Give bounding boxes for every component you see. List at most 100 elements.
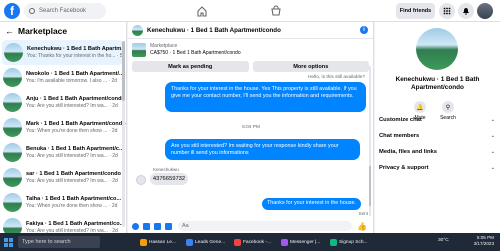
conversation-preview: You: Are you still interested? Im wa... … xyxy=(26,153,118,159)
scrollbar-thumb[interactable] xyxy=(369,166,371,206)
chat-header-thumbnail[interactable] xyxy=(132,24,143,36)
image-icon[interactable] xyxy=(143,222,150,230)
conversation-text: Nwokolo · 1 Bed 1 Bath Apartment/... You:… xyxy=(26,71,126,84)
conversation-name: Talha · 1 Bed 1 Bath Apartment/co... xyxy=(26,196,122,202)
scrollbar-thumb[interactable] xyxy=(122,41,125,101)
gif-icon[interactable] xyxy=(165,222,172,230)
more-options-button[interactable]: More options xyxy=(252,61,369,72)
conversation-item[interactable]: sar · 1 Bed 1 Bath Apartment/condo You: A… xyxy=(0,165,126,190)
taskbar-search-input[interactable]: Type here to search xyxy=(18,236,100,248)
sent-status: Sent xyxy=(358,211,368,216)
app-icon xyxy=(330,238,337,246)
taskbar-app[interactable]: Leads Gene... xyxy=(186,236,225,248)
taskbar-app-label: Hassan Le... xyxy=(149,239,176,245)
chat-members-section[interactable]: Chat members ⌄ xyxy=(379,133,495,139)
message-input[interactable]: Aa xyxy=(178,221,352,231)
taskbar-app[interactable]: Signup Sch... xyxy=(330,236,368,248)
conversation-item[interactable]: Anju · 1 Bed 1 Bath Apartment/condo You: … xyxy=(0,90,126,115)
sender-avatar[interactable] xyxy=(136,175,146,185)
conversation-name: Fakiya · 1 Bed 1 Bath Apartment/co... xyxy=(26,221,125,227)
conversation-name: Nwokolo · 1 Bed 1 Bath Apartment/... xyxy=(26,71,124,77)
privacy-support-section[interactable]: Privacy & support ⌄ xyxy=(379,165,495,171)
account-avatar[interactable] xyxy=(477,3,493,19)
conversation-thumbnail xyxy=(3,143,22,162)
search-icon xyxy=(29,8,35,14)
file-explorer-icon xyxy=(140,238,147,246)
conversation-preview: You: When you're done then show ... · 2d xyxy=(26,203,118,209)
incoming-message[interactable]: 4376659732 xyxy=(150,173,188,185)
conversation-item[interactable]: Nwokolo · 1 Bed 1 Bath Apartment/... You:… xyxy=(0,65,126,90)
browser-icon xyxy=(186,238,193,246)
weather-indicator[interactable]: 30°C xyxy=(438,238,449,243)
sidebar-scrollbar[interactable] xyxy=(122,41,125,227)
clock-date: 3/17/2023 xyxy=(473,241,494,247)
bell-icon: 🔔 xyxy=(414,101,426,113)
conversation-text: Anju · 1 Bed 1 Bath Apartment/condo You: … xyxy=(26,96,126,109)
conversation-text: Kenechukwu · 1 Bed 1 Bath Apartment/...Y… xyxy=(27,46,123,59)
listing-actions: Mark as pending More options xyxy=(128,57,373,72)
section-label: Privacy & support xyxy=(379,165,429,171)
outgoing-message[interactable]: Are you still interested? Im waiting for… xyxy=(165,139,360,160)
conversation-item[interactable]: Kenechukwu · 1 Bed 1 Bath Apartment/...Y… xyxy=(2,40,123,65)
conversation-list: Kenechukwu · 1 Bed 1 Bath Apartment/...Y… xyxy=(0,40,126,240)
conversation-thumbnail xyxy=(3,118,22,137)
chat-scrollbar[interactable] xyxy=(369,66,371,216)
marketplace-inbox-sidebar: ← Marketplace Kenechukwu · 1 Bed 1 Bath … xyxy=(0,22,127,237)
conversation-text: Talha · 1 Bed 1 Bath Apartment/co... You:… xyxy=(26,196,126,209)
home-icon[interactable] xyxy=(196,5,208,17)
taskbar-app-label: Messenger |... xyxy=(290,239,321,245)
quoted-message: Hello, is this still available? xyxy=(307,75,365,80)
menu-button[interactable] xyxy=(439,3,455,19)
chrome-icon xyxy=(234,238,241,246)
section-label: Chat members xyxy=(379,133,420,139)
sticker-icon[interactable] xyxy=(154,222,161,230)
conversation-thumbnail xyxy=(4,43,23,62)
windows-start-icon[interactable] xyxy=(4,237,13,247)
grid-menu-icon xyxy=(443,7,451,15)
search-input[interactable]: Search Facebook xyxy=(24,3,106,19)
chevron-down-icon: ⌄ xyxy=(490,165,495,171)
message-thread: Hello, is this still available? Thanks f… xyxy=(128,72,373,216)
chat-title[interactable]: Kenechukwu · 1 Bed 1 Bath Apartment/cond… xyxy=(147,27,281,34)
bell-icon xyxy=(463,8,469,15)
conversation-thumbnail xyxy=(3,193,22,212)
mark-as-pending-button[interactable]: Mark as pending xyxy=(132,61,249,72)
taskbar-app[interactable]: Facebook -... xyxy=(234,236,271,248)
listing-label: Marketplace xyxy=(150,43,178,49)
outgoing-message[interactable]: Thanks for your interest in the house. Y… xyxy=(165,82,366,112)
top-navigation-bar: f Search Facebook Find friends xyxy=(0,0,500,22)
conversation-item[interactable]: Talha · 1 Bed 1 Bath Apartment/co... You:… xyxy=(0,190,126,215)
facebook-logo[interactable]: f xyxy=(4,3,20,19)
listing-price: CA$750 · 1 Bed 1 Bath Apartment/condo xyxy=(150,50,241,56)
conversation-item[interactable]: Benuka · 1 Bed 1 Bath Apartment/c... You:… xyxy=(0,140,126,165)
back-arrow-icon[interactable]: ← xyxy=(5,26,14,36)
notifications-button[interactable] xyxy=(458,3,474,19)
listing-card[interactable]: Marketplace CA$750 · 1 Bed 1 Bath Apartm… xyxy=(128,39,373,57)
system-clock[interactable]: 5:05 PM 3/17/2023 xyxy=(474,235,494,247)
find-friends-button[interactable]: Find friends xyxy=(396,3,435,19)
chevron-down-icon: ⌄ xyxy=(490,117,495,123)
chat-header: Kenechukwu · 1 Bed 1 Bath Apartment/cond… xyxy=(128,22,373,39)
media-files-links-section[interactable]: Media, files and links ⌄ xyxy=(379,149,495,155)
conversation-name: sar · 1 Bed 1 Bath Apartment/condo xyxy=(26,171,121,177)
info-icon[interactable]: i xyxy=(360,26,368,34)
like-icon[interactable]: 👍 xyxy=(357,222,367,231)
taskbar-app-label: Leads Gene... xyxy=(195,239,226,245)
conversation-item[interactable]: Mark · 1 Bed 1 Bath Apartment/condo You: … xyxy=(0,115,126,140)
section-label: Media, files and links xyxy=(379,149,437,155)
customize-chat-section[interactable]: Customize chat ⌄ xyxy=(379,117,495,123)
taskbar-app[interactable]: Hassan Le... xyxy=(140,236,176,248)
conversation-preview: You: Are you still interested? Im wa... … xyxy=(26,103,118,109)
marketplace-icon[interactable] xyxy=(270,5,282,17)
conversation-info-panel: Kenechukwu · 1 Bed 1 Bath Apartment/cond… xyxy=(375,22,500,233)
chevron-down-icon: ⌄ xyxy=(490,133,495,139)
taskbar-app[interactable]: Messenger |... xyxy=(281,236,320,248)
conversation-preview: You: I'm available tomorrow. I also ... … xyxy=(26,78,118,84)
section-label: Customize chat xyxy=(379,117,422,123)
listing-photo[interactable] xyxy=(416,28,458,70)
outgoing-message[interactable]: Thanks for your interest in the house. xyxy=(262,198,361,210)
add-icon[interactable] xyxy=(132,222,139,230)
conversation-text: Benuka · 1 Bed 1 Bath Apartment/c... You:… xyxy=(26,146,126,159)
listing-thumbnail[interactable] xyxy=(132,43,146,57)
sidebar-title: Marketplace xyxy=(18,26,68,36)
